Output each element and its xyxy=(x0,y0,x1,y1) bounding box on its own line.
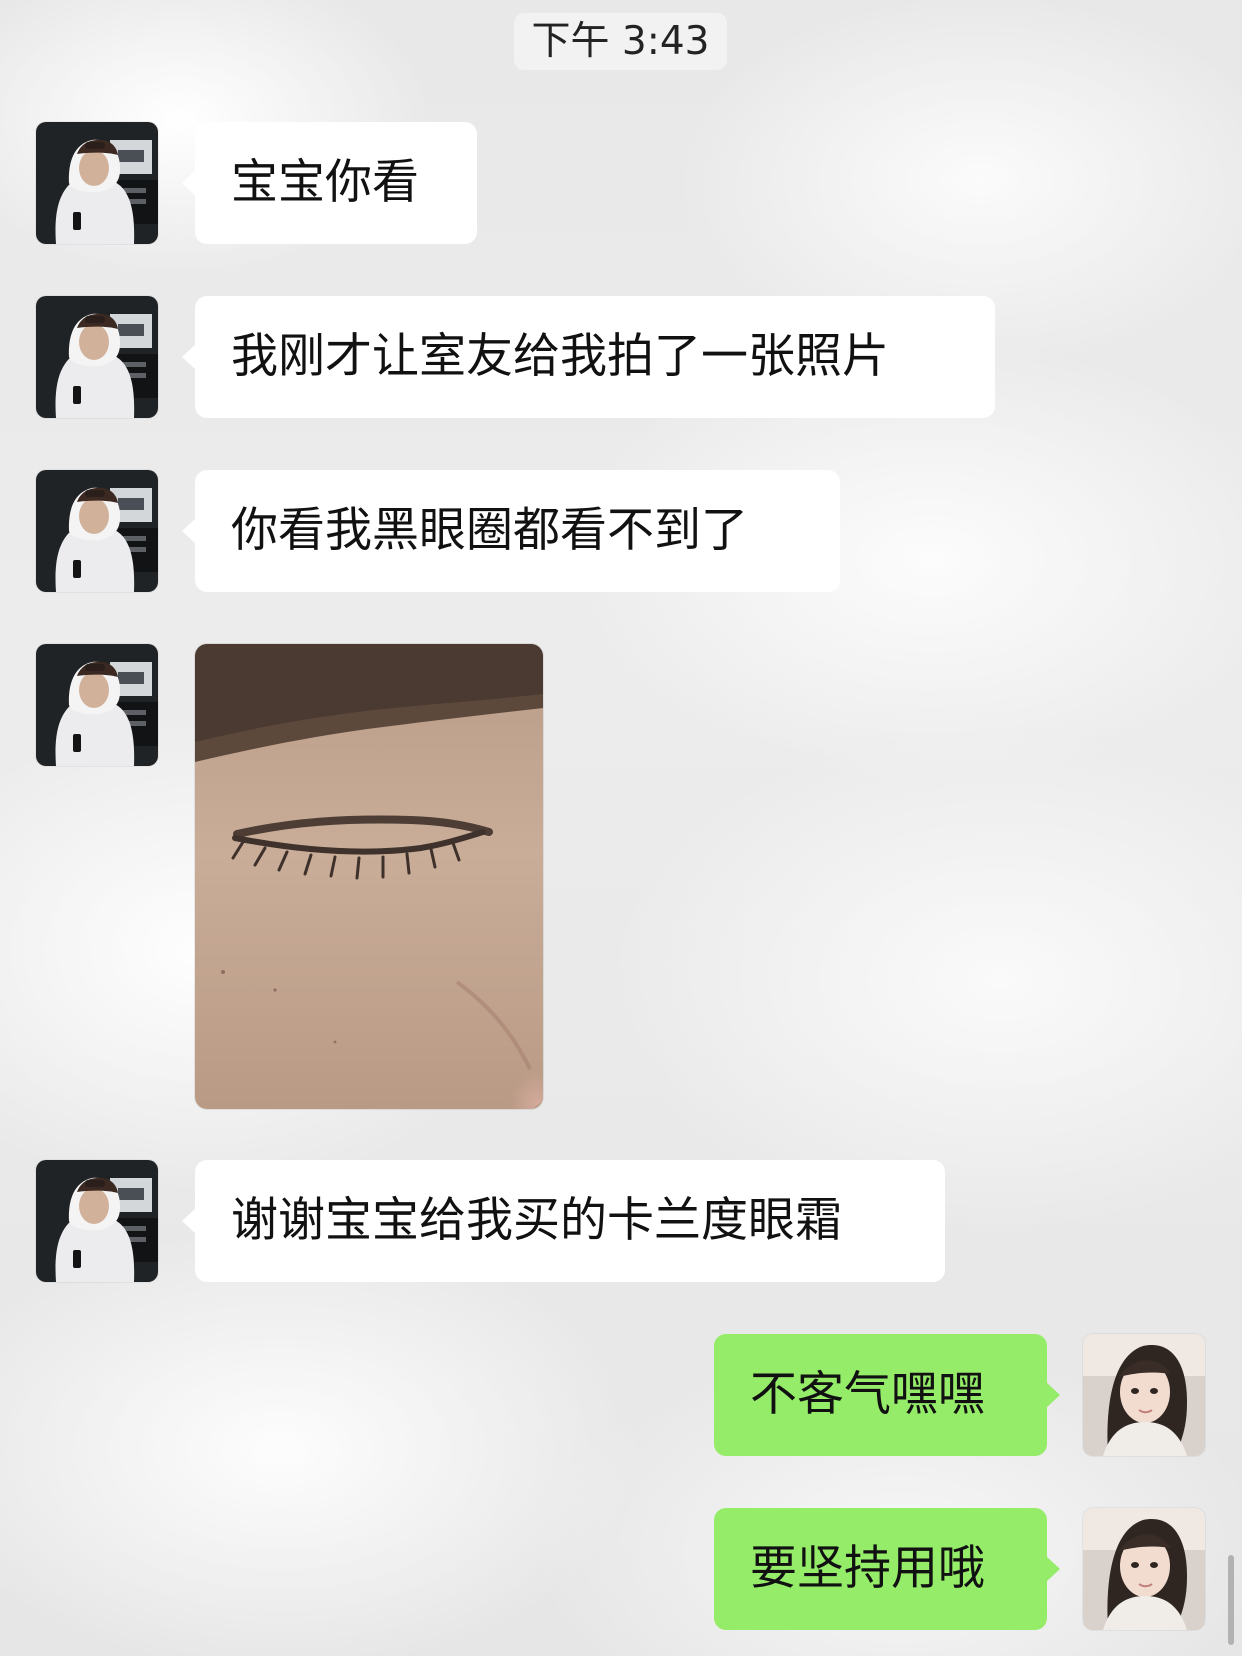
contact-avatar-hoodie-icon xyxy=(36,296,158,418)
message-bubble-outgoing[interactable]: 要坚持用哦 xyxy=(714,1508,1060,1630)
message-bubble-incoming[interactable]: 你看我黑眼圈都看不到了 xyxy=(182,470,840,592)
contact-avatar[interactable] xyxy=(36,1160,158,1282)
scrollbar-indicator[interactable] xyxy=(1228,1555,1234,1645)
contact-avatar[interactable] xyxy=(36,644,158,766)
user-avatar[interactable] xyxy=(1083,1334,1205,1456)
message-bubble-incoming[interactable]: 谢谢宝宝给我买的卡兰度眼霜 xyxy=(182,1160,945,1282)
contact-avatar-hoodie-icon xyxy=(36,122,158,244)
message-image-eye-photo[interactable] xyxy=(195,644,543,1109)
contact-avatar[interactable] xyxy=(36,470,158,592)
contact-avatar-hoodie-icon xyxy=(36,644,158,766)
contact-avatar[interactable] xyxy=(36,296,158,418)
contact-avatar[interactable] xyxy=(36,122,158,244)
user-avatar-girl-icon xyxy=(1083,1334,1205,1456)
eye-photo-image xyxy=(195,644,543,1109)
user-avatar[interactable] xyxy=(1083,1508,1205,1630)
message-bubble-incoming[interactable]: 宝宝你看 xyxy=(182,122,477,244)
timestamp-pill: 下午 3:43 xyxy=(514,13,727,70)
user-avatar-girl-icon xyxy=(1083,1508,1205,1630)
contact-avatar-hoodie-icon xyxy=(36,470,158,592)
message-bubble-incoming[interactable]: 我刚才让室友给我拍了一张照片 xyxy=(182,296,995,418)
message-bubble-outgoing[interactable]: 不客气嘿嘿 xyxy=(714,1334,1060,1456)
contact-avatar-hoodie-icon xyxy=(36,1160,158,1282)
